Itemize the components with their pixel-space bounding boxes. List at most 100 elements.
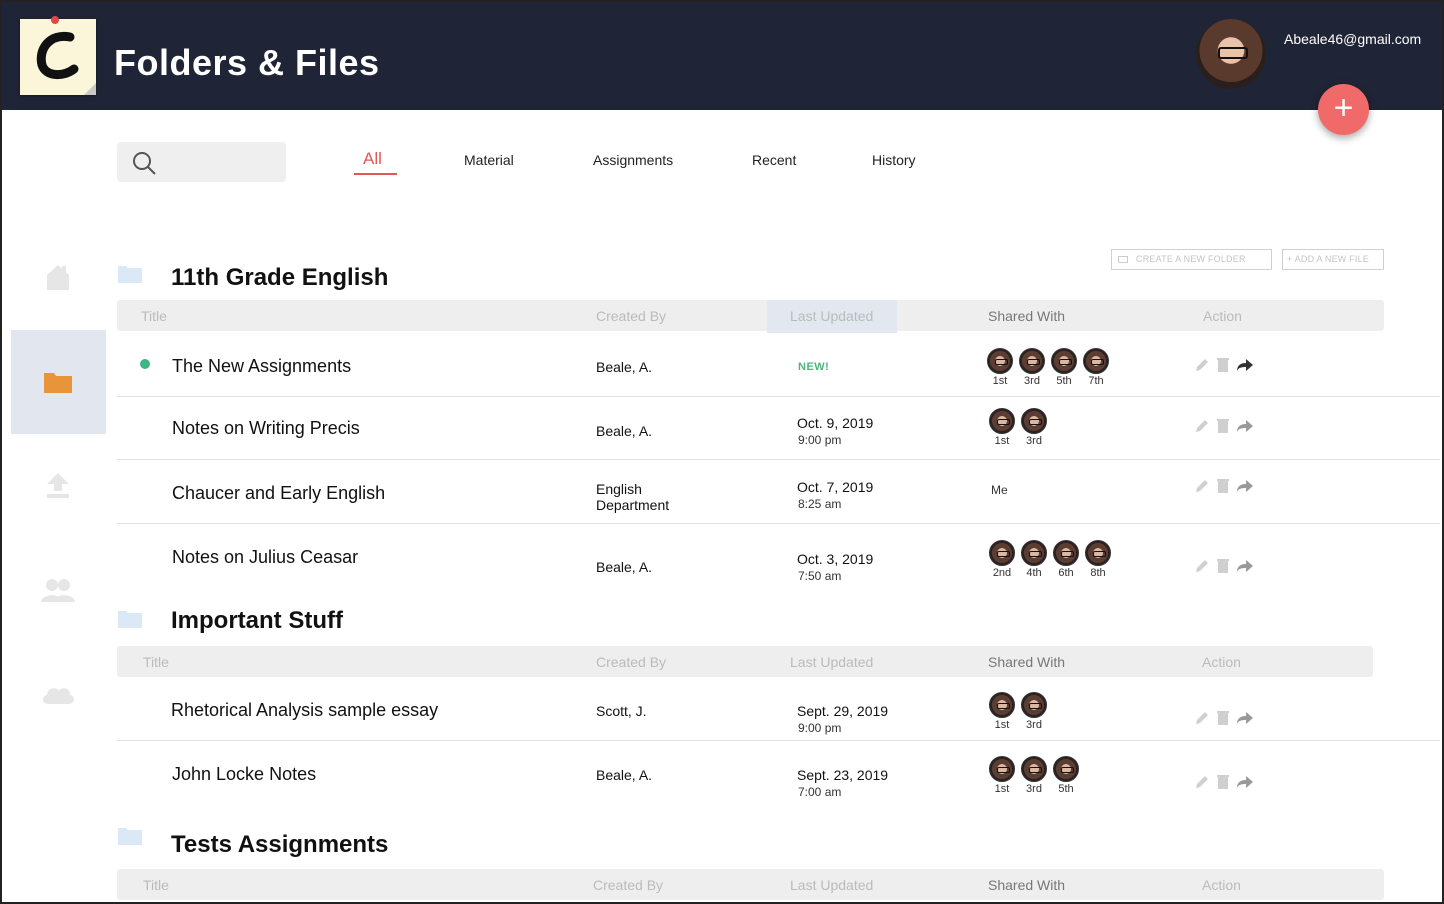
edit-icon[interactable] <box>1194 418 1210 434</box>
shared-avatar[interactable]: 2nd <box>989 540 1015 579</box>
trash-icon[interactable] <box>1217 558 1229 574</box>
shared-avatar[interactable]: 3rd <box>1021 756 1047 795</box>
row-actions <box>1194 710 1254 726</box>
section-folder-icon <box>118 828 142 845</box>
plus-icon: + <box>1287 254 1295 264</box>
create-folder-label: CREATE A NEW FOLDER <box>1136 254 1246 264</box>
shared-avatar[interactable]: 3rd <box>1021 408 1047 447</box>
tab-material[interactable]: Material <box>464 152 514 168</box>
top-header: Folders & Files Abeale46@gmail.com <box>2 2 1442 110</box>
shared-avatar[interactable]: 1st <box>989 408 1015 447</box>
share-icon[interactable] <box>1236 775 1254 789</box>
shared-avatar[interactable]: 4th <box>1021 540 1047 579</box>
file-title[interactable]: Notes on Julius Ceasar <box>172 547 358 568</box>
updated-date: Oct. 3, 2019 <box>797 551 874 567</box>
created-by-line: Department <box>596 497 670 513</box>
new-badge: NEW! <box>798 361 830 373</box>
col-last-updated[interactable]: Last Updated <box>790 877 873 893</box>
shared-avatar[interactable]: 3rd <box>1019 348 1045 387</box>
shared-with-me: Me <box>991 483 1008 497</box>
new-indicator-dot <box>140 359 150 369</box>
sidebar-item-cloud[interactable] <box>38 674 78 714</box>
trash-icon[interactable] <box>1217 774 1229 790</box>
section-folder-icon <box>118 266 142 283</box>
row-actions <box>1194 558 1254 574</box>
tab-active-underline <box>354 173 397 175</box>
trash-icon[interactable] <box>1217 478 1229 494</box>
shared-avatar[interactable]: 5th <box>1053 756 1079 795</box>
share-icon[interactable] <box>1236 559 1254 573</box>
shared-avatar[interactable]: 1st <box>989 756 1015 795</box>
col-last-updated[interactable]: Last Updated <box>790 308 873 324</box>
edit-icon[interactable] <box>1194 357 1210 373</box>
file-title[interactable]: Chaucer and Early English <box>172 483 385 504</box>
trash-icon[interactable] <box>1217 710 1229 726</box>
row-actions <box>1194 418 1254 434</box>
shared-avatar[interactable]: 1st <box>987 348 1013 387</box>
user-email[interactable]: Abeale46@gmail.com <box>1284 31 1421 47</box>
share-icon[interactable] <box>1236 419 1254 433</box>
section-title: 11th Grade English <box>171 264 389 291</box>
sidebar-item-users[interactable] <box>38 570 78 610</box>
search-icon <box>133 152 156 175</box>
shared-avatar[interactable]: 1st <box>989 692 1015 731</box>
create-folder-button[interactable]: CREATE A NEW FOLDER <box>1111 249 1272 270</box>
share-icon[interactable] <box>1236 711 1254 725</box>
add-file-button[interactable]: + ADD A NEW FILE <box>1282 249 1384 270</box>
file-title[interactable]: Rhetorical Analysis sample essay <box>171 700 438 721</box>
add-button[interactable]: + <box>1318 84 1369 135</box>
sidebar-item-home[interactable] <box>38 257 78 297</box>
col-title[interactable]: Title <box>143 877 169 893</box>
file-title[interactable]: The New Assignments <box>172 356 351 377</box>
sidebar-item-upload[interactable] <box>38 465 78 505</box>
folder-icon <box>44 373 72 393</box>
shared-avatar[interactable]: 5th <box>1051 348 1077 387</box>
shared-with-avatars: 1st 3rd <box>989 692 1047 731</box>
sidebar-item-folders[interactable] <box>38 362 78 402</box>
tab-all[interactable]: All <box>363 149 382 169</box>
tab-assignments[interactable]: Assignments <box>593 152 673 168</box>
shared-avatar[interactable]: 7th <box>1083 348 1109 387</box>
shared-avatar[interactable]: 6th <box>1053 540 1079 579</box>
col-created-by[interactable]: Created By <box>596 654 666 670</box>
updated-date: Sept. 29, 2019 <box>797 703 889 719</box>
edit-icon[interactable] <box>1194 558 1210 574</box>
col-shared-with[interactable]: Shared With <box>988 877 1065 893</box>
row-actions <box>1194 478 1254 494</box>
shared-avatar[interactable]: 3rd <box>1021 692 1047 731</box>
col-title[interactable]: Title <box>141 308 167 324</box>
shared-with-avatars: 1st 3rd 5th <box>989 756 1079 795</box>
created-by: Beale, A. <box>596 359 653 375</box>
col-title[interactable]: Title <box>143 654 169 670</box>
col-created-by[interactable]: Created By <box>596 308 666 324</box>
created-by: Beale, A. <box>596 559 653 575</box>
col-created-by[interactable]: Created By <box>593 877 663 893</box>
tab-recent[interactable]: Recent <box>752 152 796 168</box>
updated-date: Oct. 9, 2019 <box>797 415 874 431</box>
trash-icon[interactable] <box>1217 418 1229 434</box>
row-divider <box>117 740 1440 741</box>
edit-icon[interactable] <box>1194 710 1210 726</box>
col-action: Action <box>1202 654 1241 670</box>
col-action: Action <box>1202 877 1241 893</box>
share-icon[interactable] <box>1236 358 1254 372</box>
app-window: Folders & Files Abeale46@gmail.com + All… <box>0 0 1444 904</box>
shared-avatar[interactable]: 8th <box>1085 540 1111 579</box>
file-title[interactable]: Notes on Writing Precis <box>172 418 360 439</box>
col-shared-with[interactable]: Shared With <box>988 654 1065 670</box>
col-last-updated[interactable]: Last Updated <box>790 654 873 670</box>
table-header: Title Created By Last Updated Shared Wit… <box>117 300 1384 333</box>
file-title[interactable]: John Locke Notes <box>172 764 316 785</box>
edit-icon[interactable] <box>1194 478 1210 494</box>
pushpin-icon <box>51 16 59 24</box>
user-avatar[interactable] <box>1196 19 1266 89</box>
section-title: Important Stuff <box>171 607 343 634</box>
app-logo[interactable] <box>20 16 96 95</box>
col-shared-with[interactable]: Shared With <box>988 308 1065 324</box>
edit-icon[interactable] <box>1194 774 1210 790</box>
tab-history[interactable]: History <box>872 152 916 168</box>
trash-icon[interactable] <box>1217 357 1229 373</box>
share-icon[interactable] <box>1236 479 1254 493</box>
search-input[interactable] <box>117 142 286 182</box>
table-header: Title Created By Last Updated Shared Wit… <box>117 646 1373 677</box>
